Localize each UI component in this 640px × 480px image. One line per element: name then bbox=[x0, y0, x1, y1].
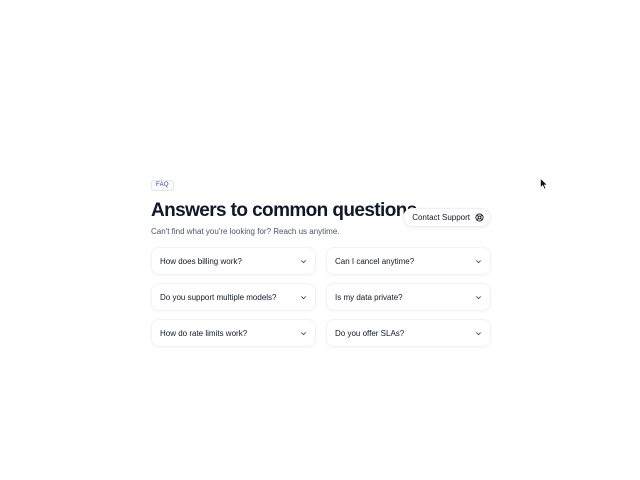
chevron-down-icon bbox=[300, 258, 307, 265]
faq-question: How do rate limits work? bbox=[160, 328, 248, 338]
page-subtitle: Can't find what you're looking for? Reac… bbox=[151, 227, 340, 236]
contact-support-button[interactable]: Contact Support bbox=[403, 208, 491, 227]
faq-question: Is my data private? bbox=[335, 292, 403, 302]
faq-question: How does billing work? bbox=[160, 256, 242, 266]
faq-item-cancel[interactable]: Can I cancel anytime? bbox=[326, 247, 491, 275]
faq-item-models[interactable]: Do you support multiple models? bbox=[151, 283, 316, 311]
faq-question: Can I cancel anytime? bbox=[335, 256, 415, 266]
faq-item-privacy[interactable]: Is my data private? bbox=[326, 283, 491, 311]
mouse-pointer-icon bbox=[540, 177, 549, 190]
chevron-down-icon bbox=[475, 294, 482, 301]
faq-question: Do you support multiple models? bbox=[160, 292, 277, 302]
faq-grid: How does billing work? Can I cancel anyt… bbox=[151, 247, 491, 347]
faq-item-billing[interactable]: How does billing work? bbox=[151, 247, 316, 275]
contact-support-label: Contact Support bbox=[412, 213, 470, 222]
faq-badge: FAQ bbox=[151, 180, 174, 191]
chevron-down-icon bbox=[475, 258, 482, 265]
chevron-down-icon bbox=[300, 330, 307, 337]
faq-item-rate-limits[interactable]: How do rate limits work? bbox=[151, 319, 316, 347]
faq-item-slas[interactable]: Do you offer SLAs? bbox=[326, 319, 491, 347]
chevron-down-icon bbox=[475, 330, 482, 337]
page: FAQ Answers to common questions Can't fi… bbox=[0, 0, 640, 480]
support-icon bbox=[475, 213, 484, 222]
chevron-down-icon bbox=[300, 294, 307, 301]
faq-question: Do you offer SLAs? bbox=[335, 328, 405, 338]
faq-section: FAQ Answers to common questions Can't fi… bbox=[151, 173, 491, 347]
